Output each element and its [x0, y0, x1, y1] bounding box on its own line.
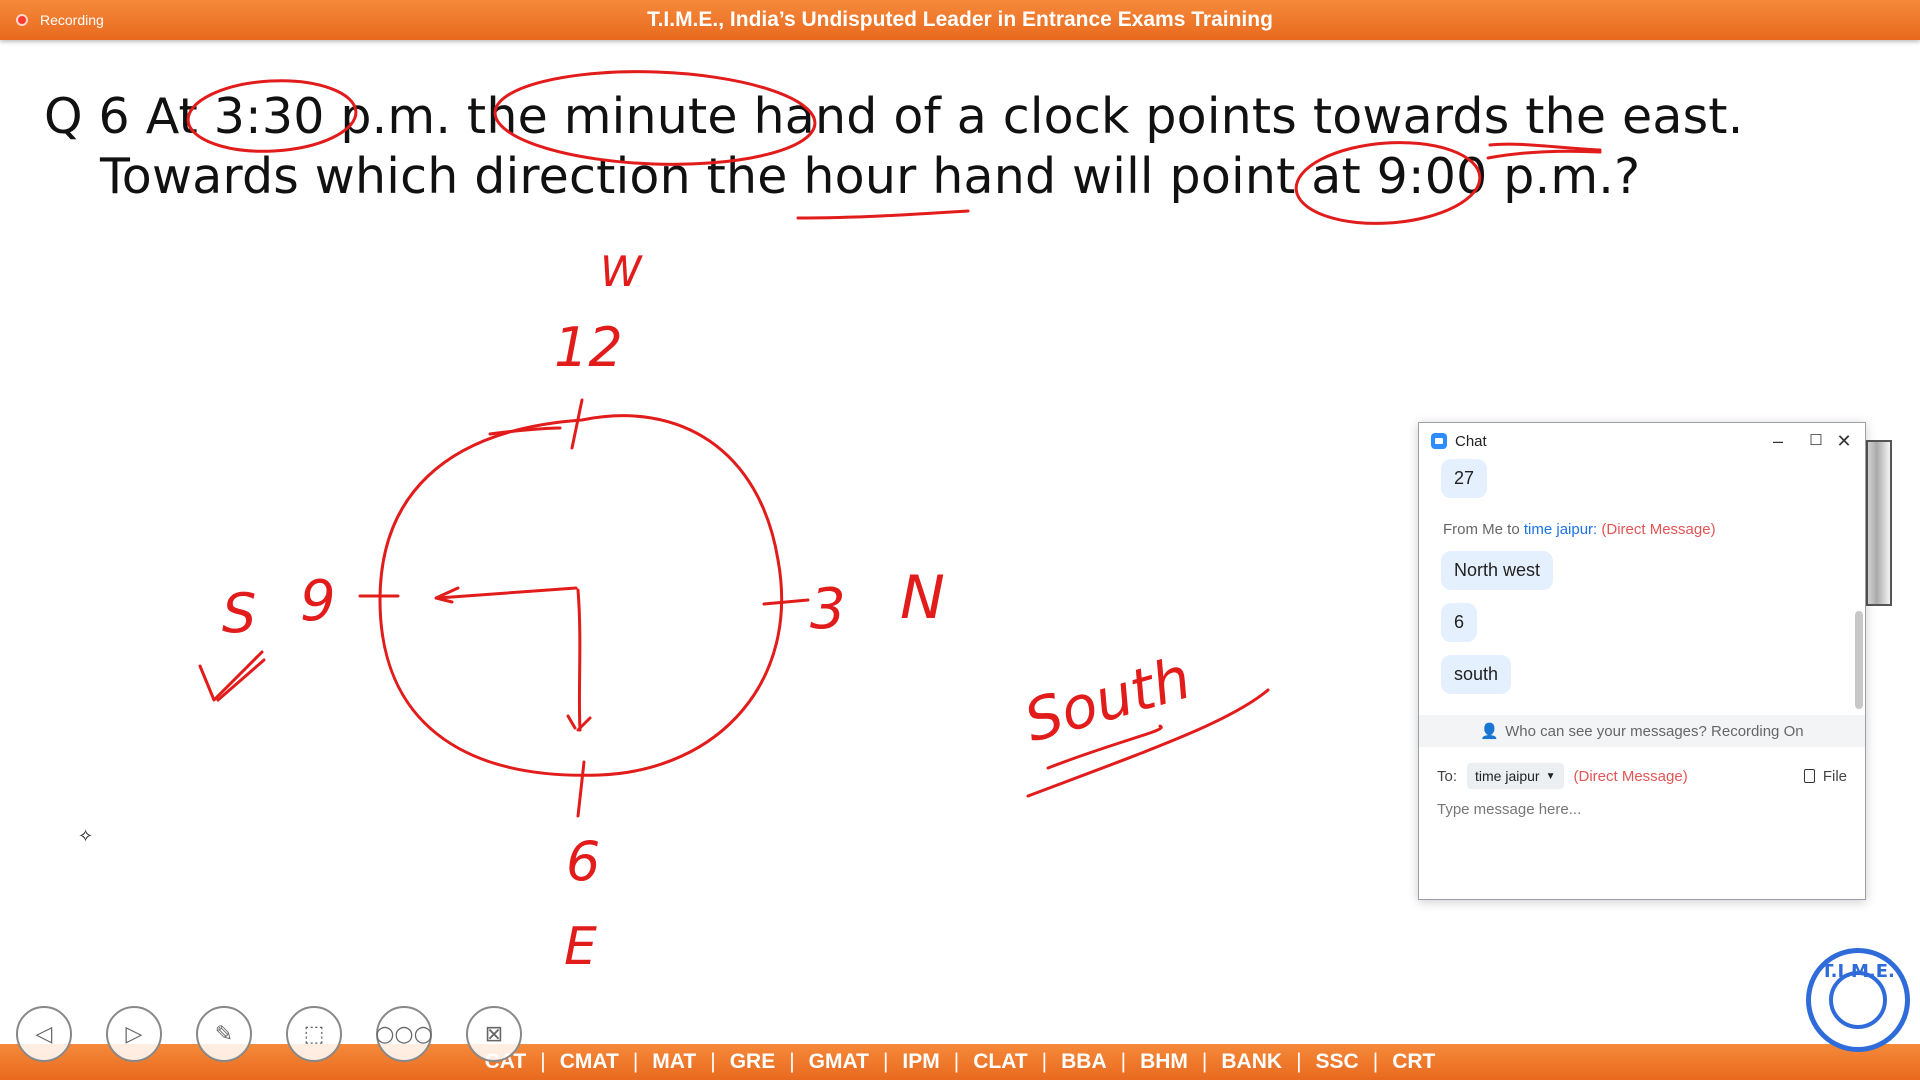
label-9: 9: [300, 569, 336, 634]
chat-message: North west: [1441, 551, 1554, 590]
more-icon: ○○○: [375, 1021, 433, 1047]
visibility-notice-text: Who can see your messages? Recording On: [1505, 722, 1804, 740]
file-button[interactable]: File: [1803, 767, 1847, 785]
check-mark-2: [216, 658, 266, 702]
separator: |: [540, 1050, 546, 1073]
clock-circle: [378, 414, 784, 777]
exit-presentation-icon: ⊠: [484, 1021, 504, 1047]
logo-emblem-icon: [1829, 971, 1887, 1029]
next-slide-button[interactable]: ▷: [106, 1006, 162, 1062]
separator: |: [1120, 1050, 1127, 1073]
label-6: 6: [566, 830, 600, 893]
exam-item: CMAT: [559, 1050, 619, 1073]
separator: |: [1041, 1050, 1048, 1073]
laser-pointer-button[interactable]: ⬚: [286, 1006, 342, 1062]
chat-titlebar[interactable]: Chat: [1419, 423, 1865, 459]
tick-top-2: [488, 426, 562, 436]
recipient-row: To: time jaipur ▼ (Direct Message) File: [1437, 763, 1847, 789]
minimize-icon[interactable]: –: [1765, 429, 1791, 453]
exam-item: SSC: [1315, 1050, 1359, 1073]
chat-message: 27: [1441, 459, 1488, 498]
separator: |: [1372, 1050, 1379, 1073]
file-icon: [1803, 769, 1815, 783]
top-banner: Recording T.I.M.E., India’s Undisputed L…: [0, 0, 1920, 40]
message-input[interactable]: Type message here...: [1437, 801, 1581, 818]
close-icon[interactable]: ✕: [1831, 429, 1857, 453]
file-label: File: [1822, 767, 1847, 785]
separator: |: [1296, 1050, 1302, 1073]
check-mark: [198, 650, 264, 702]
more-options-button[interactable]: ○○○: [375, 1006, 433, 1062]
tick-top: [570, 398, 584, 450]
exam-item: BBA: [1061, 1050, 1107, 1073]
answer-underline-2: [1026, 688, 1270, 798]
exam-item: IPM: [902, 1050, 940, 1073]
chat-message: south: [1441, 655, 1512, 694]
label-e: E: [564, 917, 597, 977]
label-12: 12: [554, 316, 623, 379]
to-label: To:: [1437, 767, 1458, 785]
label-n: N: [900, 563, 945, 633]
hand-down: [576, 588, 582, 732]
exam-item: BHM: [1140, 1050, 1188, 1073]
separator: |: [632, 1050, 639, 1073]
previous-slide-button[interactable]: ◁: [16, 1006, 72, 1062]
exam-item: CRT: [1392, 1050, 1436, 1073]
cursor-crosshair-icon: ✧: [78, 826, 94, 847]
time-logo: T.I.M.E.: [1806, 948, 1910, 1052]
recipient-value: time jaipur: [1475, 768, 1540, 784]
exam-item: GRE: [729, 1050, 776, 1073]
label-w: W: [600, 247, 643, 296]
laser-pointer-icon: ⬚: [303, 1021, 325, 1047]
pen-icon: ✎: [214, 1021, 234, 1047]
chat-from-line: From Me to time jaipur: (Direct Message): [1443, 521, 1716, 538]
label-s: S: [222, 582, 256, 645]
pen-tool-button[interactable]: ✎: [196, 1006, 252, 1062]
chevron-down-icon: ▼: [1545, 770, 1556, 782]
exam-item: CLAT: [973, 1050, 1028, 1073]
chat-title: Chat: [1455, 432, 1487, 450]
chevron-right-icon: ▷: [125, 1021, 143, 1047]
zoom-chat-icon: [1431, 433, 1447, 449]
chat-scrollbar[interactable]: [1855, 611, 1863, 709]
recipient-direct-message: (Direct Message): [1573, 767, 1688, 785]
people-icon: 👤: [1480, 723, 1500, 740]
chat-message: 6: [1441, 603, 1478, 642]
banner-title: T.I.M.E., India’s Undisputed Leader in E…: [647, 8, 1273, 31]
label-3: 3: [810, 577, 846, 642]
label-answer: South: [1017, 644, 1198, 756]
answer-underline: [1046, 724, 1163, 770]
hand-left: [436, 586, 578, 600]
hand-down-arrow: [566, 714, 592, 732]
maximize-icon[interactable]: ☐: [1803, 429, 1829, 453]
exit-presentation-button[interactable]: ⊠: [466, 1006, 522, 1062]
from-prefix: From Me to: [1443, 521, 1520, 538]
visibility-notice[interactable]: 👤 Who can see your messages? Recording O…: [1419, 715, 1865, 747]
exam-item: MAT: [652, 1050, 697, 1073]
exam-item: GMAT: [808, 1050, 869, 1073]
separator: |: [882, 1050, 889, 1073]
question-line-1: Q 6 At 3:30 p.m. the minute hand of a cl…: [44, 88, 1744, 145]
chevron-left-icon: ◁: [35, 1021, 53, 1047]
direct-message-tag: (Direct Message): [1601, 521, 1716, 538]
from-recipient[interactable]: time jaipur:: [1524, 521, 1597, 538]
chat-window[interactable]: Chat – ☐ ✕ 27 From Me to time jaipur: (D…: [1418, 422, 1866, 900]
separator: |: [953, 1050, 960, 1073]
separator: |: [710, 1050, 716, 1073]
question-line-2: Towards which direction the hour hand wi…: [100, 148, 1641, 205]
bottom-banner: CAT | CMAT | MAT | GRE | GMAT | IPM | CLAT | BB…: [0, 1044, 1920, 1080]
hand-left-arrow: [434, 586, 460, 604]
exam-item: BANK: [1221, 1050, 1283, 1073]
underline-hour-hand: [796, 209, 970, 220]
tick-right: [762, 598, 810, 606]
tick-bottom: [576, 760, 586, 818]
webcam-thumbnail[interactable]: [1866, 440, 1892, 606]
recipient-select[interactable]: time jaipur ▼: [1467, 763, 1564, 789]
separator: |: [1201, 1050, 1208, 1073]
separator: |: [789, 1050, 795, 1073]
